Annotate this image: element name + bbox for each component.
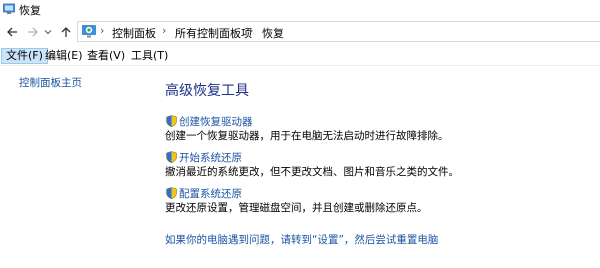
menu-edit[interactable]: 编辑(E) — [41, 48, 87, 64]
uac-shield-icon — [166, 151, 177, 163]
title-bar: 恢复 — [0, 0, 600, 18]
start-system-restore-link[interactable]: 开始系统还原 — [179, 150, 242, 165]
breadcrumb-control-panel[interactable]: 控制面板 — [112, 25, 156, 41]
configure-system-restore-link[interactable]: 配置系统还原 — [179, 186, 242, 201]
arrow-left-icon[interactable] — [5, 25, 19, 39]
breadcrumb-all-items[interactable]: 所有控制面板项 — [175, 25, 252, 41]
chevron-down-icon[interactable] — [43, 25, 53, 39]
address-bar[interactable]: › 控制面板 › 所有控制面板项 › 恢复 — [77, 21, 600, 42]
breadcrumb-separator-icon: › — [100, 24, 105, 37]
reset-pc-settings-link[interactable]: 如果你的电脑遇到问题，请转到“设置”，然后尝试重置电脑 — [165, 232, 438, 247]
control-panel-icon — [82, 25, 96, 38]
configure-system-restore-description: 更改还原设置，管理磁盘空间，并且创建或删除还原点。 — [165, 202, 428, 214]
arrow-up-icon[interactable] — [59, 25, 73, 39]
sidebar-control-panel-home-link[interactable]: 控制面板主页 — [19, 75, 82, 90]
breadcrumb-separator-icon: › — [162, 24, 167, 37]
menu-view[interactable]: 查看(V) — [83, 48, 129, 64]
start-system-restore-description: 撤消最近的系统更改，但不更改文档、图片和音乐之类的文件。 — [165, 166, 459, 178]
page-title: 高级恢复工具 — [165, 83, 249, 99]
create-recovery-drive-link[interactable]: 创建恢复驱动器 — [179, 114, 253, 129]
menu-tools[interactable]: 工具(T) — [127, 48, 172, 64]
window-title: 恢复 — [19, 4, 41, 17]
uac-shield-icon — [166, 115, 177, 127]
recovery-app-icon — [3, 3, 15, 14]
breadcrumb-separator-icon: › — [249, 24, 254, 37]
uac-shield-icon — [166, 187, 177, 199]
create-recovery-drive-description: 创建一个恢复驱动器，用于在电脑无法启动时进行故障排除。 — [165, 130, 449, 142]
arrow-right-icon[interactable] — [26, 25, 40, 39]
menu-bar: 文件(F) 编辑(E) 查看(V) 工具(T) — [0, 46, 600, 66]
breadcrumb-recovery[interactable]: 恢复 — [262, 25, 284, 41]
